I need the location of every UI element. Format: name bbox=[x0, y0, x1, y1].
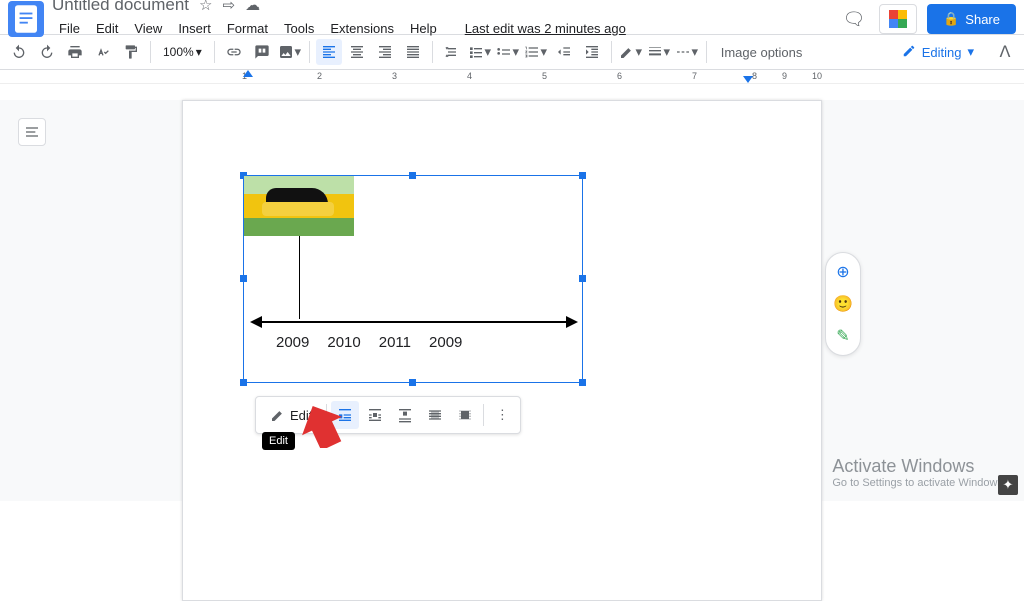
numbered-list-button[interactable]: ▾ bbox=[523, 39, 549, 65]
pencil-icon bbox=[902, 44, 916, 61]
timeline-arrow bbox=[252, 321, 576, 323]
resize-handle[interactable] bbox=[409, 379, 416, 386]
move-icon[interactable]: ⇨ bbox=[222, 0, 235, 14]
border-weight-button[interactable]: ▾ bbox=[646, 39, 672, 65]
menu-file[interactable]: File bbox=[52, 17, 87, 40]
more-options-button[interactable]: ⋮ bbox=[488, 401, 516, 429]
edit-tooltip: Edit bbox=[262, 432, 295, 450]
wrap-break-button[interactable] bbox=[391, 401, 419, 429]
wrap-text-button[interactable] bbox=[361, 401, 389, 429]
resize-handle[interactable] bbox=[579, 275, 586, 282]
resize-handle[interactable] bbox=[579, 379, 586, 386]
checklist-button[interactable]: ▾ bbox=[467, 39, 493, 65]
collapse-button[interactable]: ᐱ bbox=[992, 39, 1018, 65]
align-right-button[interactable] bbox=[372, 39, 398, 65]
cloud-icon[interactable]: ☁ bbox=[245, 0, 260, 14]
windows-watermark: Activate Windows Go to Settings to activ… bbox=[832, 456, 1006, 489]
undo-button[interactable] bbox=[6, 39, 32, 65]
comment-history-icon[interactable]: 🗨 bbox=[841, 6, 867, 32]
timeline-labels: 2009 2010 2011 2009 bbox=[276, 334, 462, 351]
drawing-object[interactable]: 2009 2010 2011 2009 bbox=[243, 175, 583, 383]
add-comment-icon[interactable]: ⊕ bbox=[832, 261, 854, 283]
wrap-behind-button[interactable] bbox=[421, 401, 449, 429]
align-left-button[interactable] bbox=[316, 39, 342, 65]
resize-handle[interactable] bbox=[409, 172, 416, 179]
docs-logo[interactable] bbox=[8, 1, 44, 37]
car-image bbox=[244, 176, 354, 236]
bullet-list-button[interactable]: ▾ bbox=[495, 39, 521, 65]
star-icon[interactable]: ☆ bbox=[199, 0, 212, 14]
resize-handle[interactable] bbox=[240, 379, 247, 386]
share-button[interactable]: 🔒 Share bbox=[927, 4, 1016, 34]
indent-marker-left[interactable] bbox=[243, 70, 253, 77]
lock-icon: 🔒 bbox=[943, 11, 959, 27]
border-dash-button[interactable]: ▾ bbox=[674, 39, 700, 65]
resize-handle[interactable] bbox=[579, 172, 586, 179]
menu-insert[interactable]: Insert bbox=[171, 17, 218, 40]
line-spacing-button[interactable] bbox=[439, 39, 465, 65]
redo-button[interactable] bbox=[34, 39, 60, 65]
resize-handle[interactable] bbox=[240, 275, 247, 282]
suggest-icon[interactable]: ✎ bbox=[832, 325, 854, 347]
reaction-bar: ⊕ 🙂 ✎ bbox=[825, 252, 861, 356]
paint-format-button[interactable] bbox=[118, 39, 144, 65]
menu-help[interactable]: Help bbox=[403, 17, 444, 40]
border-color-button[interactable]: ▾ bbox=[618, 39, 644, 65]
connector-line bbox=[299, 236, 300, 319]
editing-mode-button[interactable]: Editing ▾ bbox=[892, 40, 984, 65]
align-justify-button[interactable] bbox=[400, 39, 426, 65]
image-button[interactable]: ▾ bbox=[277, 39, 303, 65]
share-label: Share bbox=[965, 12, 1000, 27]
chevron-down-icon: ▾ bbox=[967, 44, 974, 60]
wrap-front-button[interactable] bbox=[451, 401, 479, 429]
spellcheck-button[interactable] bbox=[90, 39, 116, 65]
indent-increase-button[interactable] bbox=[579, 39, 605, 65]
menu-extensions[interactable]: Extensions bbox=[323, 17, 401, 40]
meet-button[interactable] bbox=[879, 4, 917, 34]
image-options-button[interactable]: Image options bbox=[713, 45, 811, 60]
explore-button[interactable]: ✦ bbox=[998, 475, 1018, 495]
ruler[interactable]: 12345678910 bbox=[0, 70, 1024, 84]
image-float-toolbar: Edit ⋮ bbox=[255, 396, 521, 434]
workspace: 2009 2010 2011 2009 Edit ⋮ Edit ⊕ 🙂 ✎ Ac… bbox=[0, 100, 1024, 501]
menu-format[interactable]: Format bbox=[220, 17, 275, 40]
indent-marker-right[interactable] bbox=[743, 76, 753, 83]
menu-view[interactable]: View bbox=[127, 17, 169, 40]
link-button[interactable] bbox=[221, 39, 247, 65]
emoji-icon[interactable]: 🙂 bbox=[832, 293, 854, 315]
comment-button[interactable] bbox=[249, 39, 275, 65]
indent-decrease-button[interactable] bbox=[551, 39, 577, 65]
last-edit-link[interactable]: Last edit was 2 minutes ago bbox=[458, 17, 633, 40]
print-button[interactable] bbox=[62, 39, 88, 65]
align-center-button[interactable] bbox=[344, 39, 370, 65]
menu-edit[interactable]: Edit bbox=[89, 17, 125, 40]
zoom-select[interactable]: 100% ▾ bbox=[157, 45, 208, 59]
doc-title[interactable]: Untitled document bbox=[52, 0, 189, 15]
page[interactable]: 2009 2010 2011 2009 bbox=[182, 100, 822, 601]
outline-toggle-button[interactable] bbox=[18, 118, 46, 146]
menu-tools[interactable]: Tools bbox=[277, 17, 321, 40]
